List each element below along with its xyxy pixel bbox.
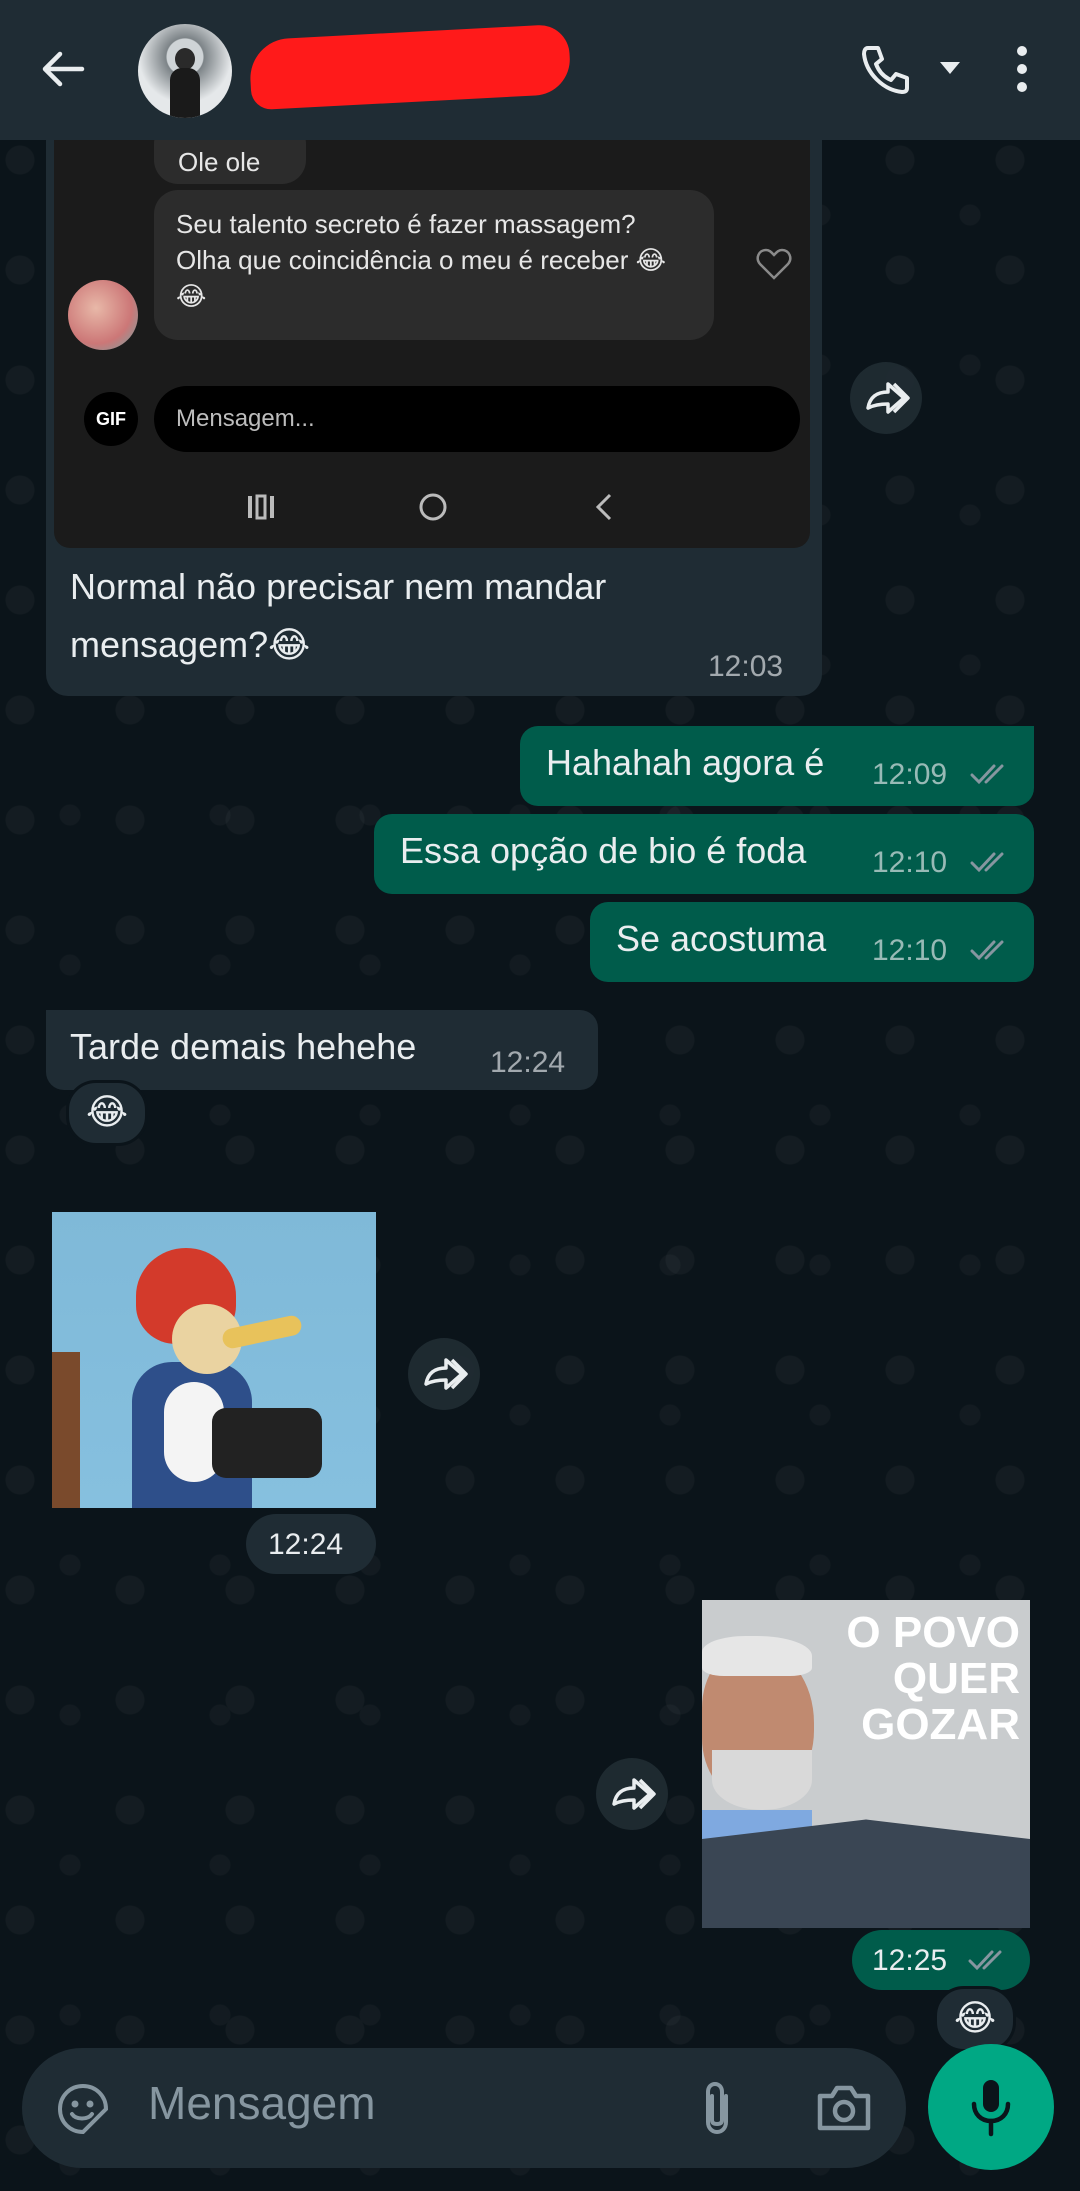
message-time: 12:03 <box>708 650 784 683</box>
message-text: Essa opção de bio é foda <box>400 830 807 871</box>
message-input[interactable]: Mensagem <box>148 2076 376 2130</box>
contact-avatar[interactable] <box>138 24 232 118</box>
screenshot-input: Mensagem... <box>154 386 800 452</box>
message-time: 12:25 <box>872 1944 948 1977</box>
sticker-emoji-icon[interactable] <box>56 2082 110 2136</box>
forward-button[interactable] <box>408 1338 480 1410</box>
nav-back-icon <box>595 493 612 521</box>
forward-button[interactable] <box>596 1758 668 1830</box>
screenshot-avatar <box>68 280 138 350</box>
forward-icon <box>424 1358 468 1390</box>
chevron-down-icon[interactable] <box>938 60 962 76</box>
message-time: 12:10 <box>872 846 948 879</box>
heart-icon <box>756 248 792 280</box>
message-reaction[interactable]: 😂 <box>66 1080 148 1146</box>
message-time: 12:24 <box>268 1528 344 1561</box>
forward-icon <box>612 1778 656 1810</box>
message-text: mensagem?😂 <box>70 624 311 665</box>
message-time: 12:10 <box>872 934 948 967</box>
chat-header <box>0 0 1080 140</box>
nav-recents-icon <box>248 494 274 520</box>
camera-icon[interactable] <box>814 2080 874 2136</box>
message-reaction[interactable]: 😂 <box>934 1986 1016 2052</box>
message-text: Tarde demais hehehe <box>70 1026 417 1067</box>
message-image[interactable]: Ole ole Seu talento secreto é fazer mass… <box>54 140 810 548</box>
message-text: Hahahah agora é <box>546 742 825 783</box>
microphone-icon <box>971 2080 1011 2137</box>
microphone-button[interactable] <box>928 2044 1054 2170</box>
message-text: Se acostuma <box>616 918 827 959</box>
forward-icon <box>866 382 910 414</box>
forward-button[interactable] <box>850 362 922 434</box>
message-time: 12:24 <box>490 1046 566 1079</box>
screenshot-bubble-partial: Ole ole <box>154 140 306 184</box>
message-text: Normal não precisar nem mandar <box>70 566 607 607</box>
paperclip-icon[interactable] <box>692 2078 742 2138</box>
more-vertical-icon[interactable] <box>1012 44 1032 94</box>
read-receipt-icon <box>968 1950 1002 1971</box>
sticker-woody-woodpecker[interactable] <box>52 1212 376 1508</box>
message-time: 12:09 <box>872 758 948 791</box>
screenshot-bubble: Seu talento secreto é fazer massagem? Ol… <box>154 190 714 340</box>
arrow-left-icon[interactable] <box>38 44 88 94</box>
read-receipt-icon <box>970 940 1004 961</box>
nav-home-icon <box>419 493 447 521</box>
sticker-meme[interactable]: O POVO QUER GOZAR <box>702 1600 1030 1928</box>
gif-button: GIF <box>84 392 138 446</box>
read-receipt-icon <box>970 852 1004 873</box>
phone-icon[interactable] <box>858 42 912 96</box>
sticker-text: O POVO QUER GOZAR <box>846 1608 1020 1749</box>
read-receipt-icon <box>970 764 1004 785</box>
